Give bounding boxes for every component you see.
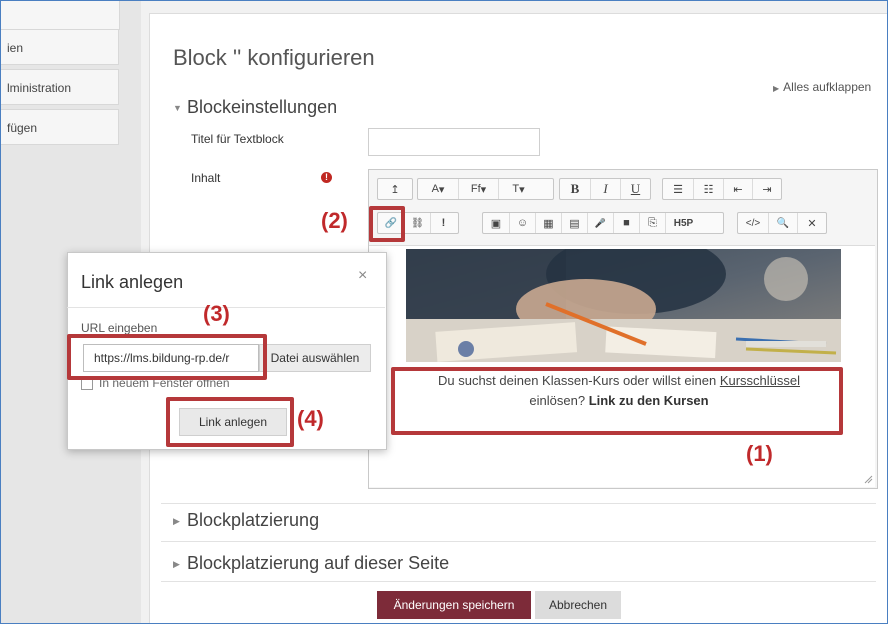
url-label: URL eingeben (81, 321, 158, 335)
divider (161, 581, 876, 582)
unlink-button[interactable]: ⛓ (404, 213, 430, 233)
fullscreen-icon: ✕ (807, 217, 817, 230)
bullet-list-button[interactable]: ☰ (663, 179, 693, 199)
italic-button[interactable]: I (590, 179, 620, 199)
expand-all-link[interactable]: ▶ Alles aufklappen (773, 80, 871, 94)
save-changes-button[interactable]: Änderungen speichern (377, 591, 531, 619)
font-size-button[interactable]: A ▾ (418, 179, 458, 199)
nav-item-administration[interactable]: lministration (1, 69, 119, 105)
files-icon: ▤ (569, 217, 580, 230)
text-style-button[interactable]: T ▾ (498, 179, 538, 199)
annotation-box-2 (369, 206, 405, 242)
image-icon: ▣ (490, 217, 502, 230)
numbered-list-button[interactable]: ☷ (693, 179, 723, 199)
classroom-photo-drawing (406, 249, 841, 362)
media-icon: ▦ (543, 217, 554, 230)
microphone-icon: 🎤 (594, 217, 607, 228)
cancel-button[interactable]: Abbrechen (535, 591, 621, 619)
resize-handle-icon[interactable] (863, 474, 873, 484)
section-placement-page-header[interactable]: ▶ Blockplatzierung auf dieser Seite (173, 553, 449, 574)
nav-item-add[interactable]: fügen (1, 109, 119, 145)
required-icon: ! (321, 172, 332, 183)
triangle-right-icon: ▶ (773, 84, 780, 93)
font-family-button[interactable]: Ff ▾ (458, 179, 498, 199)
page-title: Block '' konfigurieren (173, 45, 375, 70)
section-placement-header[interactable]: ▶ Blockplatzierung (173, 510, 319, 531)
title-field-label: Titel für Textblock (191, 132, 284, 146)
dialog-title: Link anlegen (81, 272, 184, 292)
annotation-box-1 (391, 367, 843, 435)
search-icon: 🔍 (776, 217, 790, 229)
emoji-button[interactable]: ☺ (509, 213, 535, 233)
toolbar-group-media: ▣ ☺ ▦ ▤ 🎤 ■ ⎘ H5P (482, 212, 724, 234)
section-placement-label: Blockplatzierung (187, 510, 320, 530)
emoji-icon: ☺ (516, 217, 529, 229)
toolbar-group-font: A ▾ Ff ▾ T ▾ (417, 178, 554, 200)
no-autolink-button[interactable]: ! (430, 213, 456, 233)
underline-button[interactable]: U (620, 179, 650, 199)
choose-file-button[interactable]: Datei auswählen (259, 344, 371, 372)
divider (161, 541, 876, 542)
html-source-button[interactable]: </> (738, 213, 768, 233)
toolbar-group-format: B I U (559, 178, 651, 200)
triangle-right-icon: ▶ (173, 558, 180, 569)
h5p-button[interactable]: H5P (665, 213, 701, 233)
nav-top-item[interactable] (1, 1, 120, 30)
copy-icon: ⎘ (648, 216, 657, 229)
annotation-label-2: (2) (321, 208, 348, 233)
copy-button[interactable]: ⎘ (639, 213, 665, 233)
manage-files-button[interactable]: ▤ (561, 213, 587, 233)
search-button[interactable]: 🔍 (768, 213, 797, 233)
annotation-box-3 (67, 334, 267, 380)
divider (161, 503, 876, 504)
triangle-down-icon: ▼ (173, 103, 182, 114)
font-size-icon: A (431, 183, 439, 195)
media-button[interactable]: ▦ (535, 213, 561, 233)
fullscreen-button[interactable]: ✕ (797, 213, 826, 233)
unlink-icon: ⛓ (411, 217, 424, 229)
section-settings-label: Blockeinstellungen (187, 97, 338, 117)
record-video-button[interactable]: ■ (613, 213, 639, 233)
section-settings-header[interactable]: ▼ Blockeinstellungen (173, 97, 337, 118)
triangle-right-icon: ▶ (173, 515, 180, 526)
toolbar-group-lists: ☰ ☷ ⇤ ⇥ (662, 178, 782, 200)
close-icon[interactable]: × (358, 267, 367, 285)
annotation-box-4 (166, 397, 294, 447)
toolbar-group-collapse: ↥ (377, 178, 413, 200)
content-field-label: Inhalt (191, 171, 221, 185)
annotation-label-1: (1) (746, 441, 773, 466)
outdent-button[interactable]: ⇤ (723, 179, 752, 199)
expand-all-label: Alles aufklappen (783, 80, 872, 94)
nav-item-1[interactable]: ien (1, 29, 119, 65)
classroom-photo (406, 249, 841, 362)
image-button[interactable]: ▣ (483, 213, 509, 233)
section-placement-page-label: Blockplatzierung auf dieser Seite (187, 553, 450, 573)
text-style-icon: T (512, 183, 520, 195)
bold-button[interactable]: B (560, 179, 590, 199)
toolbar-group-tools: </> 🔍 ✕ (737, 212, 827, 234)
indent-button[interactable]: ⇥ (752, 179, 781, 199)
annotation-label-4: (4) (297, 406, 324, 431)
title-input[interactable] (368, 128, 540, 156)
collapse-toolbar-button[interactable]: ↥ (378, 179, 412, 199)
app-frame: ien lministration fügen Block '' konfigu… (0, 0, 888, 624)
record-audio-button[interactable]: 🎤 (587, 213, 613, 233)
annotation-label-3: (3) (203, 301, 230, 326)
video-camera-icon: ■ (623, 217, 630, 229)
font-family-icon: Ff (470, 183, 481, 195)
